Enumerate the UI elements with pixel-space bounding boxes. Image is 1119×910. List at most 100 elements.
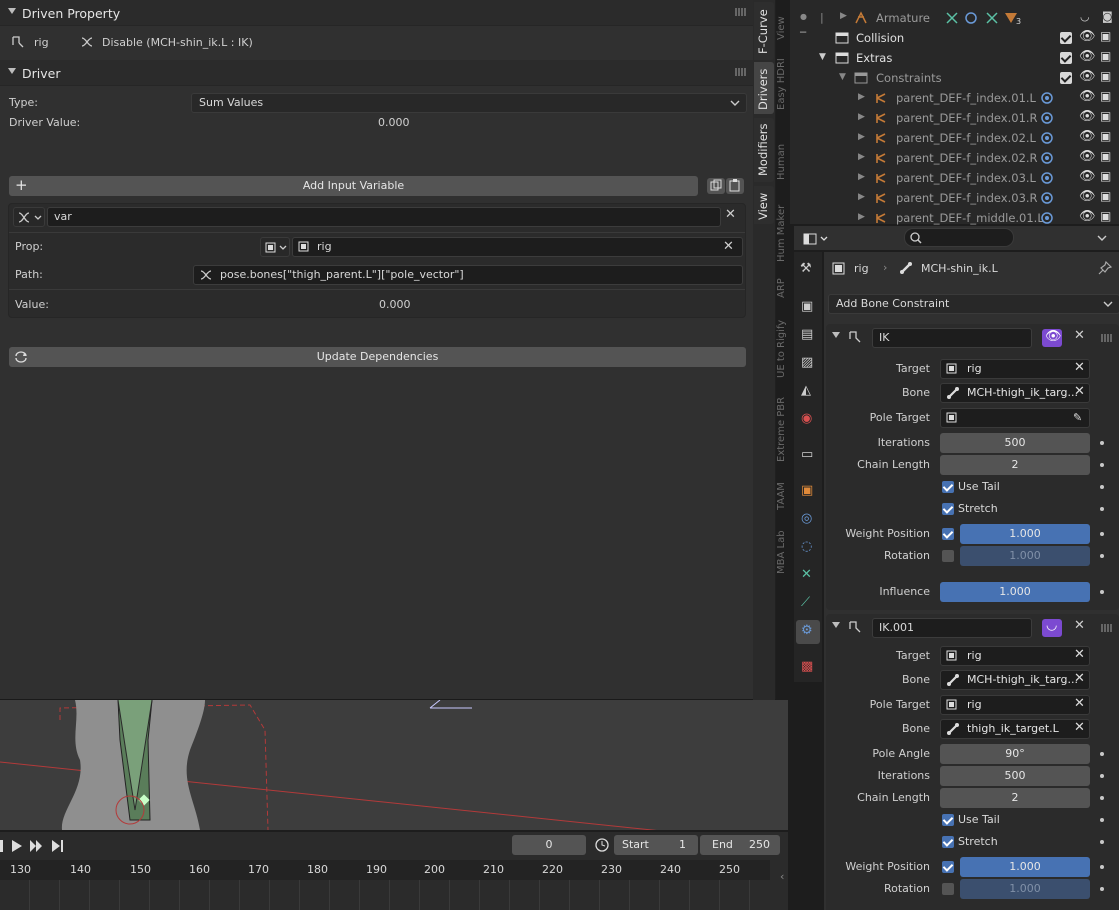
clear-icon[interactable]: ✕	[1074, 647, 1085, 664]
keyframe-dot-icon[interactable]	[1100, 887, 1104, 891]
outliner-row[interactable]: ▶ parent_DEF-f_index.02.L 👁 ▣	[790, 128, 1119, 148]
driven-property-header[interactable]: Driven Property	[0, 0, 753, 26]
camera-icon[interactable]: ◙	[1102, 10, 1113, 23]
weight-position-field[interactable]: 1.000	[960, 524, 1090, 544]
camera-icon[interactable]: ▣	[1100, 69, 1111, 83]
eye-icon[interactable]: 👁	[1079, 149, 1096, 164]
exclude-checkbox[interactable]	[1060, 72, 1072, 84]
delete-constraint-icon[interactable]: ✕	[1074, 328, 1085, 343]
enable-checkbox[interactable]	[942, 550, 954, 562]
eye-icon[interactable]: 👁	[1079, 89, 1096, 104]
keyframe-dot-icon[interactable]	[1100, 532, 1104, 536]
camera-icon[interactable]: ▣	[1100, 169, 1111, 183]
outliner-row[interactable]: ▶ parent_DEF-f_index.03.L 👁 ▣	[790, 168, 1119, 188]
outliner-row[interactable]: ▼ Extras 👁 ▣	[790, 48, 1119, 68]
keyframe-dot-icon[interactable]	[1100, 865, 1104, 869]
keyframe-dot-icon[interactable]	[1100, 752, 1104, 756]
tab-object-data[interactable]: ✕	[796, 564, 820, 588]
camera-icon[interactable]: ▣	[1100, 49, 1111, 63]
camera-icon[interactable]: ▣	[1100, 149, 1111, 163]
camera-icon[interactable]: ▣	[1100, 209, 1111, 223]
pole-bone-field[interactable]: thigh_ik_target.L ✕	[940, 719, 1090, 739]
driver-header[interactable]: Driver	[0, 60, 753, 86]
end-frame-field[interactable]: End 250	[700, 835, 780, 855]
add-input-variable-button[interactable]: + Add Input Variable	[9, 176, 698, 196]
tab-object-constraints[interactable]: ◌	[796, 536, 820, 560]
chevron-down-icon[interactable]	[1097, 234, 1107, 242]
expand-icon[interactable]: ▶	[858, 212, 865, 222]
keyframe-dot-icon[interactable]	[1100, 796, 1104, 800]
bone-field[interactable]: MCH-thigh_ik_targ... ✕	[940, 670, 1090, 690]
expand-icon[interactable]: ▶	[858, 92, 865, 102]
camera-icon[interactable]: ▣	[1100, 89, 1111, 103]
copy-vars-button[interactable]	[707, 178, 725, 194]
remove-variable-icon[interactable]: ✕	[725, 207, 736, 222]
path-input[interactable]: pose.bones["thigh_parent.L"]["pole_vecto…	[193, 265, 743, 285]
tab-view[interactable]: View	[754, 186, 774, 224]
variable-type-dropdown[interactable]	[13, 207, 45, 227]
exclude-checkbox[interactable]	[1060, 52, 1072, 64]
tab-texture[interactable]: ▩	[796, 656, 820, 680]
drag-grip-icon[interactable]	[1101, 334, 1113, 342]
eye-icon[interactable]: 👁	[1079, 109, 1096, 124]
rotation-field[interactable]: 1.000	[960, 879, 1090, 899]
chain-length-field[interactable]: 2	[940, 788, 1090, 808]
camera-icon[interactable]: ▣	[1100, 29, 1111, 43]
influence-field[interactable]: 1.000	[940, 582, 1090, 602]
pole-angle-field[interactable]: 90°	[940, 744, 1090, 764]
expand-icon[interactable]: ▶	[858, 132, 865, 142]
stretch-checkbox[interactable]	[942, 503, 954, 515]
clear-icon[interactable]: ✕	[1074, 360, 1085, 377]
expand-icon[interactable]: ▶	[858, 192, 865, 202]
expand-icon[interactable]: ▼	[839, 72, 846, 82]
target-field[interactable]: rig ✕	[940, 359, 1090, 379]
eye-icon[interactable]: 👁	[1079, 29, 1096, 44]
camera-icon[interactable]: ▣	[1100, 109, 1111, 123]
expand-icon[interactable]: ▼	[819, 52, 826, 62]
add-bone-constraint-dropdown[interactable]: Add Bone Constraint	[828, 294, 1119, 314]
chain-length-field[interactable]: 2	[940, 455, 1090, 475]
outliner-row[interactable]: ▶ parent_DEF-f_index.02.R 👁 ▣	[790, 148, 1119, 168]
enable-checkbox[interactable]	[942, 883, 954, 895]
pole-target-field[interactable]: ✎	[940, 408, 1090, 428]
outliner-row[interactable]: ▶ parent_DEF-f_index.01.L 👁 ▣	[790, 88, 1119, 108]
tab-collection[interactable]: ▭	[796, 444, 820, 468]
keyframe-dot-icon[interactable]	[1100, 507, 1104, 511]
keyframe-dot-icon[interactable]	[1100, 840, 1104, 844]
collapse-icon[interactable]	[832, 332, 840, 338]
keyframe-dot-icon[interactable]	[1100, 485, 1104, 489]
pin-icon[interactable]	[1098, 261, 1112, 275]
camera-icon[interactable]: ▣	[1100, 189, 1111, 203]
target-field[interactable]: rig ✕	[940, 646, 1090, 666]
tab-view-layer[interactable]: ▨	[796, 352, 820, 376]
clear-icon[interactable]: ✕	[1074, 720, 1085, 737]
editor-type-dropdown[interactable]	[802, 230, 832, 248]
eye-icon[interactable]: 👁	[1079, 129, 1096, 144]
tab-object[interactable]: ▣	[796, 480, 820, 504]
tab-drivers[interactable]: Drivers	[754, 62, 774, 114]
drag-grip-icon[interactable]	[1101, 624, 1113, 632]
tab-world[interactable]: ◉	[796, 408, 820, 432]
weight-position-field[interactable]: 1.000	[960, 857, 1090, 877]
constraint-name-input[interactable]: IK.001	[872, 618, 1032, 638]
camera-icon[interactable]: ▣	[1100, 129, 1111, 143]
start-frame-field[interactable]: Start 1	[614, 835, 698, 855]
tab-fcurve[interactable]: F-Curve	[754, 2, 774, 60]
drag-grip-icon[interactable]	[735, 8, 747, 16]
bone-field[interactable]: MCH-thigh_ik_targ... ✕	[940, 383, 1090, 403]
tab-bone[interactable]: ⟋	[796, 592, 820, 616]
clear-icon[interactable]: ✕	[1074, 384, 1085, 401]
enable-checkbox[interactable]	[942, 528, 954, 540]
expand-icon[interactable]: ▶	[858, 172, 865, 182]
type-dropdown[interactable]: Sum Values	[191, 93, 747, 113]
eye-icon[interactable]: 👁	[1079, 189, 1096, 204]
tab-tool[interactable]: ⚒	[796, 258, 820, 282]
clear-icon[interactable]: ✕	[723, 238, 734, 256]
prop-object-field[interactable]: rig ✕	[292, 237, 743, 257]
collapse-arrow-icon[interactable]: ‹	[780, 870, 784, 883]
eye-icon[interactable]: 👁	[1079, 69, 1096, 84]
clear-icon[interactable]: ✕	[1074, 696, 1085, 713]
iterations-field[interactable]: 500	[940, 433, 1090, 453]
delete-constraint-icon[interactable]: ✕	[1074, 618, 1085, 633]
expand-icon[interactable]: ▶	[840, 11, 847, 21]
